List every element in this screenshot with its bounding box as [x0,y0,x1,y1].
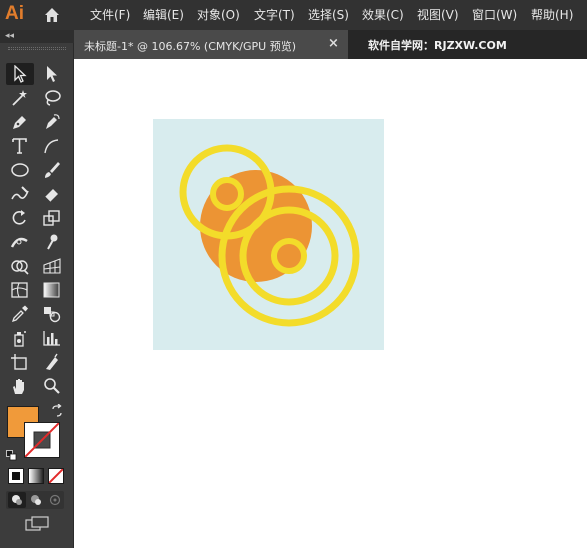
home-icon[interactable] [42,5,62,25]
swap-fill-stroke-icon[interactable] [50,403,64,417]
menu-type[interactable]: 文字(T) [254,7,295,23]
app-logo: Ai [5,3,24,24]
hand-tool-icon[interactable] [6,375,34,397]
eyedropper-tool-icon[interactable] [6,303,34,325]
menu-bar: Ai 文件(F) 编辑(E) 对象(O) 文字(T) 选择(S) 效果(C) 视… [0,0,587,30]
screen-mode-icon[interactable] [24,516,50,532]
watermark-text: 软件自学网：RJZXW.COM [368,39,507,52]
rotate-tool-icon[interactable] [6,207,34,229]
symbol-sprayer-tool-icon[interactable] [6,327,34,349]
pen-tool-icon[interactable] [6,111,34,133]
canvas-area[interactable] [74,59,587,548]
direct-selection-tool-icon[interactable] [38,63,66,85]
gradient-tool-icon[interactable] [38,279,66,301]
mesh-tool-icon[interactable] [6,279,34,301]
document-tab[interactable]: 未标题-1* @ 106.67% (CMYK/GPU 预览) × [74,30,348,59]
orange-small-dot [210,177,244,211]
selection-tool-icon[interactable] [6,63,34,85]
menu-object[interactable]: 对象(O) [197,7,240,23]
menu-file[interactable]: 文件(F) [90,7,130,23]
curvature-tool-icon[interactable] [38,111,66,133]
panel-grip[interactable] [8,47,66,50]
blend-tool-icon[interactable] [38,303,66,325]
drawing-modes-group [6,491,64,509]
orange-center-dot [271,238,307,274]
menu-view[interactable]: 视图(V) [417,7,459,23]
eraser-tool-icon[interactable] [38,183,66,205]
menu-help[interactable]: 帮助(H) [531,7,573,23]
menu-window[interactable]: 窗口(W) [472,7,517,23]
close-tab-icon[interactable]: × [328,36,339,51]
document-tab-bar: 未标题-1* @ 106.67% (CMYK/GPU 预览) × 软件自学网：R… [74,30,587,59]
document-tab-title: 未标题-1* @ 106.67% (CMYK/GPU 预览) [84,40,296,53]
none-mode-button[interactable] [48,468,64,484]
menu-effect[interactable]: 效果(C) [362,7,404,23]
collapse-icon[interactable]: ◂◂ [5,31,14,41]
puppet-warp-tool-icon[interactable] [38,231,66,253]
panel-collapse-bar[interactable]: ◂◂ [0,30,74,43]
gradient-mode-button[interactable] [28,468,44,484]
artboard-tool-icon[interactable] [6,351,34,373]
shaper-tool-icon[interactable] [6,183,34,205]
draw-normal-icon[interactable] [8,492,26,508]
column-graph-tool-icon[interactable] [38,327,66,349]
tools-panel: ◂◂ [0,30,74,548]
perspective-grid-tool-icon[interactable] [38,255,66,277]
shape-builder-tool-icon[interactable] [6,255,34,277]
menu-select[interactable]: 选择(S) [308,7,349,23]
stroke-color-swatch[interactable] [24,422,60,458]
artboard[interactable] [153,119,384,350]
artwork [179,144,360,327]
draw-inside-icon[interactable] [46,492,64,508]
paintbrush-tool-icon[interactable] [38,159,66,181]
lasso-tool-icon[interactable] [38,87,66,109]
draw-behind-icon[interactable] [27,492,45,508]
scale-tool-icon[interactable] [38,207,66,229]
ellipse-tool-icon[interactable] [6,159,34,181]
color-mode-button[interactable] [8,468,24,484]
line-segment-tool-icon[interactable] [38,135,66,157]
type-tool-icon[interactable] [6,135,34,157]
zoom-tool-icon[interactable] [38,375,66,397]
menu-edit[interactable]: 编辑(E) [143,7,184,23]
slice-tool-icon[interactable] [38,351,66,373]
default-colors-icon[interactable] [6,446,17,461]
width-tool-icon[interactable] [6,231,34,253]
magic-wand-tool-icon[interactable] [6,87,34,109]
